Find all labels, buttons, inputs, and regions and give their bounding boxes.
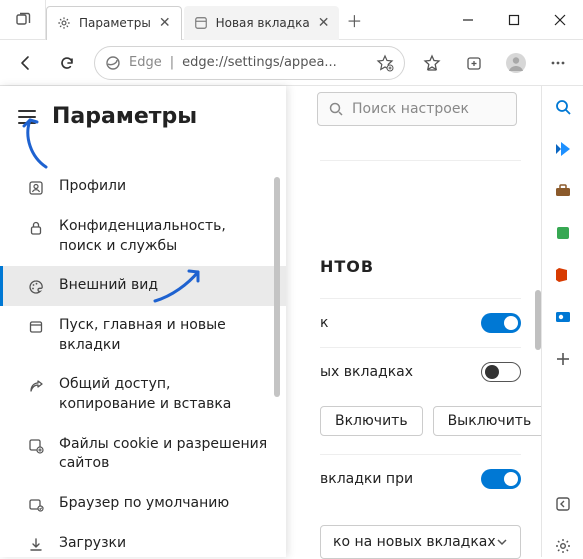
newtab-page-icon [194,16,208,30]
tab-inactive[interactable]: Новая вкладка ✕ [184,6,340,40]
nav-item-label: Общий доступ, копирование и вставка [59,375,268,414]
settings-search[interactable]: Поиск настроек [317,92,517,126]
window-icon [27,318,45,336]
chevron-down-icon [496,536,508,548]
nav-item-label: Конфиденциальность, поиск и службы [59,217,268,256]
nav-item-share[interactable]: Общий доступ, копирование и вставка [0,365,286,424]
sidebar-add-button[interactable] [552,348,574,370]
profile-icon [27,179,45,197]
window-close-button[interactable] [537,0,583,40]
sidebar-office-icon[interactable] [552,264,574,286]
download-icon [27,536,45,554]
nav-scrollbar-thumb[interactable] [274,177,280,397]
nav-item-privacy[interactable]: Конфиденциальность, поиск и службы [0,207,286,266]
sidebar-collapse-button[interactable] [552,493,574,515]
sidebar-games-icon[interactable] [552,222,574,244]
address-brand: Edge [129,55,162,70]
more-button[interactable] [539,44,577,82]
browser-icon [27,496,45,514]
share-icon [27,377,45,395]
nav-item-label: Внешний вид [59,276,268,296]
button-row: Включить Выключить [320,396,521,455]
section-heading: НТОВ [320,257,521,276]
edge-logo-icon [105,55,121,71]
nav-item-label: Файлы cookie и разрешения сайтов [59,435,268,474]
setting-dropdown[interactable]: ко на новых вкладках [320,525,521,559]
nav-item-label: Профили [59,177,268,197]
nav-item-label: Загрузки [59,534,268,554]
window-minimize-button[interactable] [445,0,491,40]
window-maximize-button[interactable] [491,0,537,40]
tab-actions-button[interactable] [0,0,46,40]
enable-button[interactable]: Включить [320,406,423,436]
sidebar-settings-button[interactable] [552,535,574,557]
favorites-button[interactable] [413,44,451,82]
sidebar-tools-icon[interactable] [552,180,574,202]
nav-item-cookies[interactable]: Файлы cookie и разрешения сайтов [0,425,286,484]
settings-title: Параметры [52,104,197,129]
sidebar-shopping-icon[interactable] [552,138,574,160]
nav-item-profiles[interactable]: Профили [0,167,286,207]
tab-stack-icon [15,12,31,28]
setting-row: ых вкладках [320,347,521,396]
add-favorite-button[interactable] [376,54,394,72]
profile-button[interactable] [497,44,535,82]
nav-item-downloads[interactable]: Загрузки [0,524,286,557]
sidebar-outlook-icon[interactable] [552,306,574,328]
refresh-button[interactable] [48,44,86,82]
nav-item-label: Пуск, главная и новые вкладки [59,316,268,355]
toggle-switch[interactable] [481,362,521,382]
setting-row: вкладки при [320,455,521,503]
setting-label-fragment: к [320,315,328,331]
dropdown-value-fragment: ко на новых вкладках [333,534,496,550]
collections-button[interactable] [455,44,493,82]
cookies-icon [27,437,45,455]
window-titlebar: Параметры ✕ Новая вкладка ✕ ＋ [0,0,583,40]
tab-close-button[interactable]: ✕ [318,15,330,31]
gear-icon [57,16,71,30]
tab-inactive-label: Новая вкладка [216,16,310,30]
toggle-switch[interactable] [481,313,521,333]
disable-button[interactable]: Выключить [433,406,547,436]
search-icon [328,101,344,117]
nav-item-default-browser[interactable]: Браузер по умолчанию [0,484,286,524]
toggle-switch[interactable] [481,469,521,489]
settings-nav-panel: Параметры Профили Конфиденциальность, по… [0,86,286,557]
tab-close-button[interactable]: ✕ [159,15,171,31]
lock-icon [27,219,45,237]
appearance-icon [27,278,45,296]
address-bar[interactable]: Edge | edge://settings/appea... [94,46,405,80]
nav-item-label: Браузер по умолчанию [59,494,268,514]
setting-label-fragment: вкладки при [320,471,413,487]
browser-toolbar: Edge | edge://settings/appea... [0,40,583,86]
address-url: edge://settings/appea... [182,55,337,70]
setting-label-fragment: ых вкладках [320,364,413,380]
back-button[interactable] [6,44,44,82]
sidebar-search-icon[interactable] [552,96,574,118]
tab-active[interactable]: Параметры ✕ [46,6,182,40]
edge-sidebar [541,86,583,557]
settings-menu-button[interactable] [18,110,36,124]
nav-item-startup[interactable]: Пуск, главная и новые вкладки [0,306,286,365]
tab-active-label: Параметры [79,16,151,30]
new-tab-button[interactable]: ＋ [339,8,369,32]
settings-search-placeholder: Поиск настроек [352,101,469,117]
setting-row: к [320,298,521,347]
nav-item-appearance[interactable]: Внешний вид [0,266,286,306]
